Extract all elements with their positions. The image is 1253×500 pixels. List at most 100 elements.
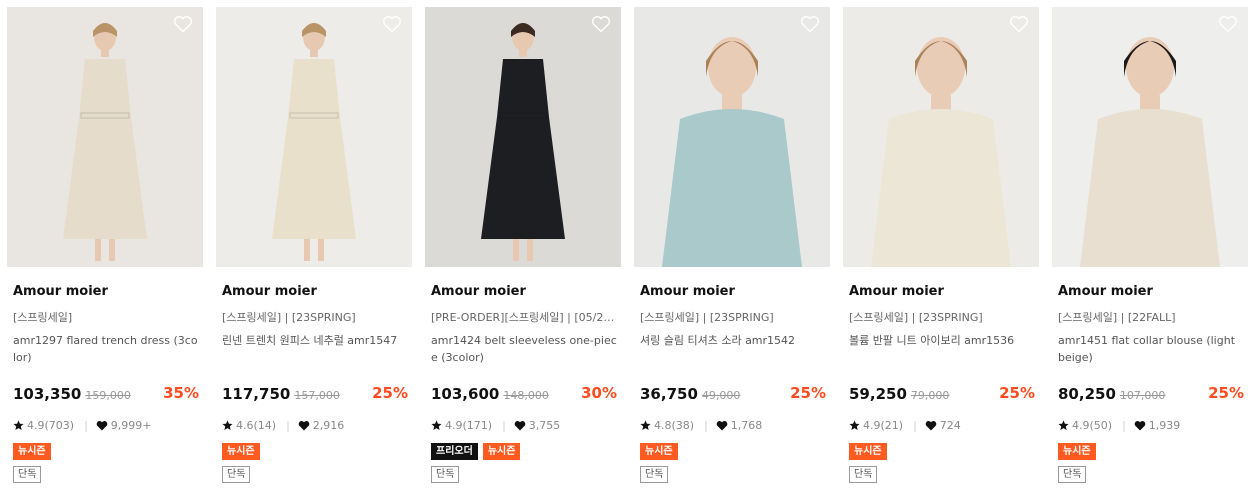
heart-outline-icon[interactable]: [800, 15, 820, 33]
product-name[interactable]: 볼륨 반팔 니트 아이보리 amr1536: [849, 332, 1035, 349]
heart-outline-icon[interactable]: [173, 15, 193, 33]
likes-count: 9,999+: [110, 419, 152, 432]
product-meta: 4.9(21) | 724: [849, 419, 961, 432]
badge-list: 뉴시즌: [222, 443, 260, 460]
heart-filled-icon: [716, 421, 728, 431]
product-category: [스프링세일] | [23SPRING]: [640, 311, 774, 324]
new-season-badge: 뉴시즌: [640, 443, 678, 460]
badge-list: 프리오더 뉴시즌: [431, 443, 521, 460]
star-icon: [222, 420, 233, 430]
heart-outline-icon[interactable]: [1009, 15, 1029, 33]
product-meta: 4.9(171) | 3,755: [431, 419, 560, 432]
product-name[interactable]: 셔링 슬림 티셔츠 소라 amr1542: [640, 332, 826, 349]
sale-price: 59,250: [849, 385, 907, 403]
exclusive-badge: 단독: [13, 466, 42, 483]
product-photo: [634, 7, 830, 267]
rating-text: 4.8(38): [654, 419, 695, 432]
new-season-badge: 뉴시즌: [222, 443, 260, 460]
product-photo: [216, 7, 412, 267]
product-category: [PRE-ORDER][스프링세일] | [05/23...: [431, 311, 617, 324]
sale-price: 80,250: [1058, 385, 1116, 403]
star-icon: [1058, 420, 1069, 430]
star-icon: [431, 420, 442, 430]
rating-text: 4.6(14): [236, 419, 277, 432]
meta-divider: |: [84, 419, 88, 432]
original-price: 107,000: [1119, 389, 1166, 402]
meta-divider: |: [704, 419, 708, 432]
preorder-badge: 프리오더: [431, 443, 478, 460]
original-price: 159,000: [85, 389, 131, 402]
likes-count: 1,939: [1148, 419, 1181, 432]
original-price: 49,000: [701, 389, 741, 402]
star-icon: [640, 420, 651, 430]
star-icon: [849, 420, 860, 430]
brand-name[interactable]: Amour moier: [13, 284, 108, 299]
exclusive-badge: 단독: [849, 466, 878, 483]
product-category: [스프링세일] | [23SPRING]: [849, 311, 983, 324]
sale-price: 117,750: [222, 385, 291, 403]
product-category: [스프링세일] | [22FALL]: [1058, 311, 1176, 324]
product-thumbnail[interactable]: [7, 7, 203, 267]
original-price: 157,000: [294, 389, 340, 402]
heart-outline-icon[interactable]: [382, 15, 402, 33]
discount-rate: 25%: [790, 384, 826, 402]
price-row: 103,600 148,000 30%: [431, 384, 617, 404]
badge-list: 뉴시즌: [640, 443, 678, 460]
product-category: [스프링세일] | [23SPRING]: [222, 311, 356, 324]
product-meta: 4.6(14) | 2,916: [222, 419, 344, 432]
star-icon: [13, 420, 24, 430]
product-photo: [425, 7, 621, 267]
heart-filled-icon: [298, 421, 310, 431]
price-row: 117,750 157,000 25%: [222, 384, 408, 404]
heart-filled-icon: [96, 421, 108, 431]
product-thumbnail[interactable]: [216, 7, 412, 267]
heart-filled-icon: [514, 421, 526, 431]
discount-rate: 25%: [1208, 384, 1244, 402]
exclusive-badge: 단독: [1058, 466, 1087, 483]
exclusive-badge: 단독: [640, 466, 669, 483]
sale-price: 36,750: [640, 385, 698, 403]
product-name[interactable]: amr1297 flared trench dress (3color): [13, 332, 199, 366]
likes-count: 1,768: [730, 419, 763, 432]
badge-list: 뉴시즌: [13, 443, 51, 460]
product-name[interactable]: amr1451 flat collar blouse (light beige): [1058, 332, 1244, 366]
rating-text: 4.9(703): [27, 419, 75, 432]
heart-outline-icon[interactable]: [1218, 15, 1238, 33]
price-row: 59,250 79,000 25%: [849, 384, 1035, 404]
discount-rate: 35%: [163, 384, 199, 402]
brand-name[interactable]: Amour moier: [222, 284, 317, 299]
rating-text: 4.9(50): [1072, 419, 1113, 432]
original-price: 79,000: [910, 389, 950, 402]
exclusive-badge: 단독: [222, 466, 251, 483]
heart-filled-icon: [925, 421, 937, 431]
brand-name[interactable]: Amour moier: [640, 284, 735, 299]
product-name[interactable]: amr1424 belt sleeveless one-piece (3colo…: [431, 332, 617, 366]
brand-name[interactable]: Amour moier: [1058, 284, 1153, 299]
product-name[interactable]: 린넨 트렌치 원피스 네추럴 amr1547: [222, 332, 408, 349]
brand-name[interactable]: Amour moier: [849, 284, 944, 299]
brand-name[interactable]: Amour moier: [431, 284, 526, 299]
discount-rate: 30%: [581, 384, 617, 402]
heart-outline-icon[interactable]: [591, 15, 611, 33]
new-season-badge: 뉴시즌: [1058, 443, 1096, 460]
new-season-badge: 뉴시즌: [13, 443, 51, 460]
price-row: 80,250 107,000 25%: [1058, 384, 1244, 404]
product-thumbnail[interactable]: [843, 7, 1039, 267]
product-photo: [7, 7, 203, 267]
product-photo: [843, 7, 1039, 267]
discount-rate: 25%: [372, 384, 408, 402]
likes-count: 2,916: [312, 419, 345, 432]
product-category: [스프링세일]: [13, 311, 73, 324]
new-season-badge: 뉴시즌: [849, 443, 887, 460]
sale-price: 103,350: [13, 385, 82, 403]
meta-divider: |: [286, 419, 290, 432]
product-thumbnail[interactable]: [634, 7, 830, 267]
meta-divider: |: [1122, 419, 1126, 432]
meta-divider: |: [502, 419, 506, 432]
new-season-badge: 뉴시즌: [482, 443, 521, 460]
likes-count: 724: [939, 419, 961, 432]
product-thumbnail[interactable]: [1052, 7, 1248, 267]
product-meta: 4.8(38) | 1,768: [640, 419, 762, 432]
exclusive-badge: 단독: [431, 466, 460, 483]
product-thumbnail[interactable]: [425, 7, 621, 267]
